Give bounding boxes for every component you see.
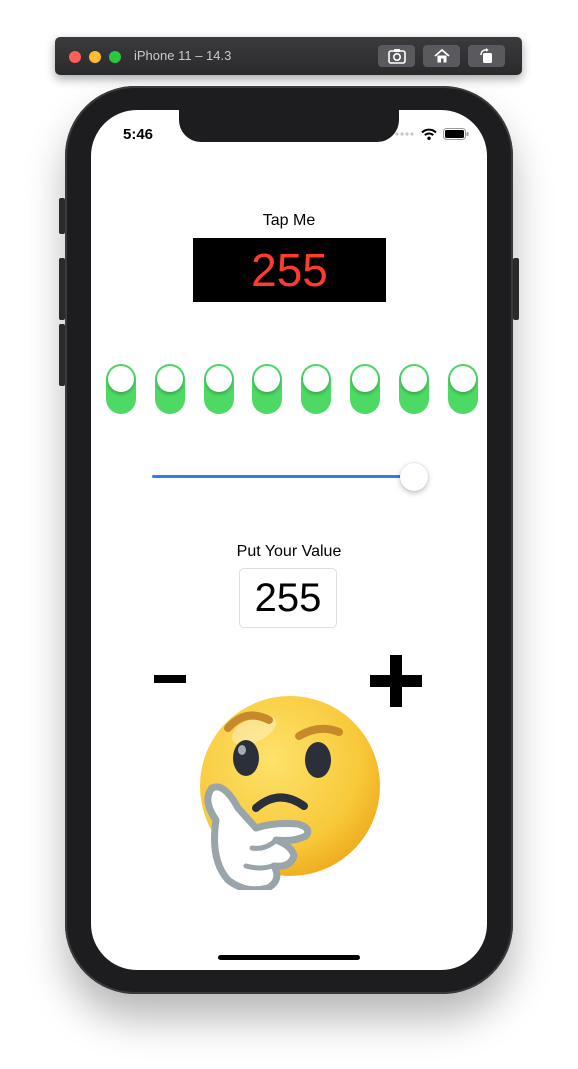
toggle-knob [254,366,281,392]
tap-me-label: Tap Me [262,212,316,229]
home-indicator[interactable] [218,955,360,960]
zoom-window-button[interactable] [109,51,121,63]
bit-toggle-6[interactable] [350,364,380,414]
phone-screen: 5:46 Tap Me 255 Put Your Value 255 [91,110,487,970]
toggle-knob [156,366,183,392]
rotate-icon [479,48,492,63]
rotate-button[interactable] [468,45,505,67]
bit-toggle-2[interactable] [154,364,185,414]
toggle-knob [352,366,378,392]
slider-thumb[interactable] [400,463,428,491]
status-time: 5:46 [123,126,154,143]
bit-toggle-4[interactable] [252,364,283,414]
toggle-knob [205,366,232,392]
iphone-device-frame: 5:46 Tap Me 255 Put Your Value 255 [59,86,519,994]
simulator-title-bar: iPhone 11 – 14.3 [55,37,522,75]
thinking-face-emoji [200,696,380,890]
toggle-knob [400,366,427,392]
toggle-knob [108,366,134,392]
screenshot-icon [387,49,406,64]
value-display-text: 255 [251,244,328,296]
simulator-title: iPhone 11 – 14.3 [134,48,232,63]
toggle-knob [449,366,476,392]
wifi-icon [421,128,437,140]
power-button [513,258,519,320]
decrement-button[interactable] [153,667,187,691]
toggle-knob [303,366,330,392]
value-input[interactable] [239,568,337,628]
volume-up-button [59,258,65,320]
notch [179,110,399,142]
home-icon [433,48,450,63]
cellular-signal-icon [395,132,414,136]
home-button[interactable] [423,45,460,67]
status-icons [395,128,469,140]
bit-toggle-5[interactable] [301,364,332,414]
bit-toggle-3[interactable] [203,364,234,414]
bit-toggle-8[interactable] [447,364,478,414]
bit-toggle-1[interactable] [106,364,136,414]
screenshot-button[interactable] [378,45,415,67]
minus-icon [154,675,186,683]
mute-switch [59,198,65,234]
minimize-window-button[interactable] [89,51,101,63]
close-window-button[interactable] [69,51,81,63]
bit-toggles [91,364,487,414]
battery-icon [443,128,469,140]
slider-track-fill [152,475,414,478]
volume-down-button [59,324,65,386]
bit-toggle-7[interactable] [398,364,429,414]
put-your-value-label: Put Your Value [236,543,342,560]
value-display-button[interactable]: 255 [193,238,386,302]
value-slider[interactable] [152,462,428,492]
